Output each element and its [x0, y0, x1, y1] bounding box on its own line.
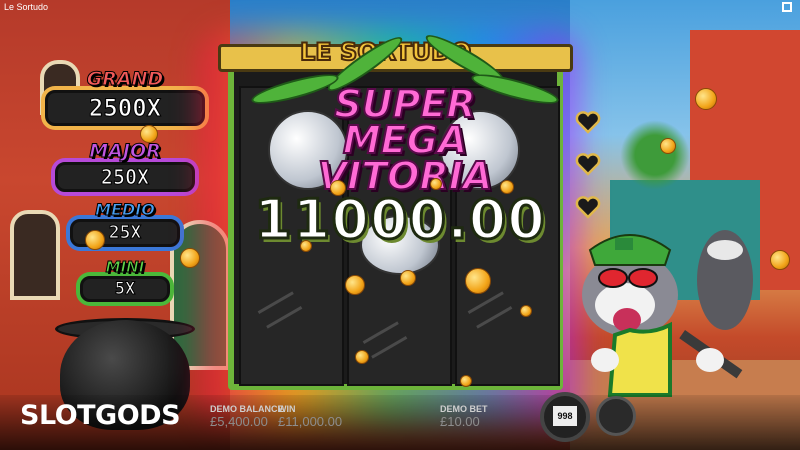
- coin-icon: [770, 250, 790, 270]
- demo-balance-value: £5,400.00: [210, 414, 268, 429]
- jackpot-grand-label: GRAND: [86, 68, 164, 91]
- jackpot-mini-value: 5X: [80, 276, 170, 302]
- autoplay-count: 998: [553, 406, 577, 426]
- window-title: Le Sortudo: [4, 2, 49, 12]
- coin-icon: [400, 270, 416, 286]
- win-stat: WIN £11,000.00: [278, 404, 342, 429]
- jackpot-medio-label: MEDIO: [95, 200, 156, 220]
- jackpot-grand: GRAND 2500X: [40, 68, 210, 126]
- palm-tree-icon: [620, 120, 690, 190]
- brand-logo: SLOTGODS: [20, 400, 181, 431]
- jackpot-medio: MEDIO 25X: [40, 200, 210, 247]
- jackpot-grand-value: 2500X: [45, 90, 205, 126]
- fullscreen-icon[interactable]: [782, 2, 792, 12]
- coin-icon: [330, 180, 346, 196]
- jackpot-major: MAJOR 250X: [40, 140, 210, 192]
- coin-icon: [520, 305, 532, 317]
- coin-icon: [355, 350, 369, 364]
- coin-icon: [345, 275, 365, 295]
- heart-icon: [575, 111, 601, 134]
- demo-balance-label: DEMO BALANCE: [210, 404, 284, 414]
- title-bar: Le Sortudo: [0, 0, 800, 14]
- win-amount: 11000.00: [253, 187, 547, 253]
- coin-icon: [180, 248, 200, 268]
- demo-bet-value: £10.00: [440, 414, 480, 429]
- win-title-line1: SUPER: [333, 82, 476, 126]
- spin-button[interactable]: [596, 396, 636, 436]
- win-title: SUPER MEGA VITORIA: [300, 82, 510, 196]
- heart-icon: [575, 153, 601, 176]
- demo-bet[interactable]: DEMO BET £10.00: [440, 404, 488, 429]
- coin-icon: [500, 180, 514, 194]
- coin-icon: [430, 178, 442, 190]
- demo-bet-label: DEMO BET: [440, 404, 488, 414]
- win-stat-label: WIN: [278, 404, 296, 414]
- coin-icon: [85, 230, 105, 250]
- win-stat-value: £11,000.00: [278, 414, 343, 429]
- raccoon-mascot-icon: [582, 230, 753, 397]
- coin-icon: [695, 88, 717, 110]
- game-scene: Le Sortudo GRAND 2500X MAJOR 250X MEDIO …: [0, 0, 800, 450]
- coin-icon: [300, 240, 312, 252]
- coin-icon: [660, 138, 676, 154]
- heart-icon: [575, 196, 601, 219]
- brand-logo-text: SLOTGODS: [20, 400, 181, 431]
- jackpot-major-value: 250X: [55, 162, 195, 192]
- coin-icon: [140, 125, 158, 143]
- coin-icon: [460, 375, 472, 387]
- demo-balance: DEMO BALANCE £5,400.00: [210, 404, 284, 429]
- coin-icon: [465, 268, 491, 294]
- jackpot-major-label: MAJOR: [89, 140, 161, 163]
